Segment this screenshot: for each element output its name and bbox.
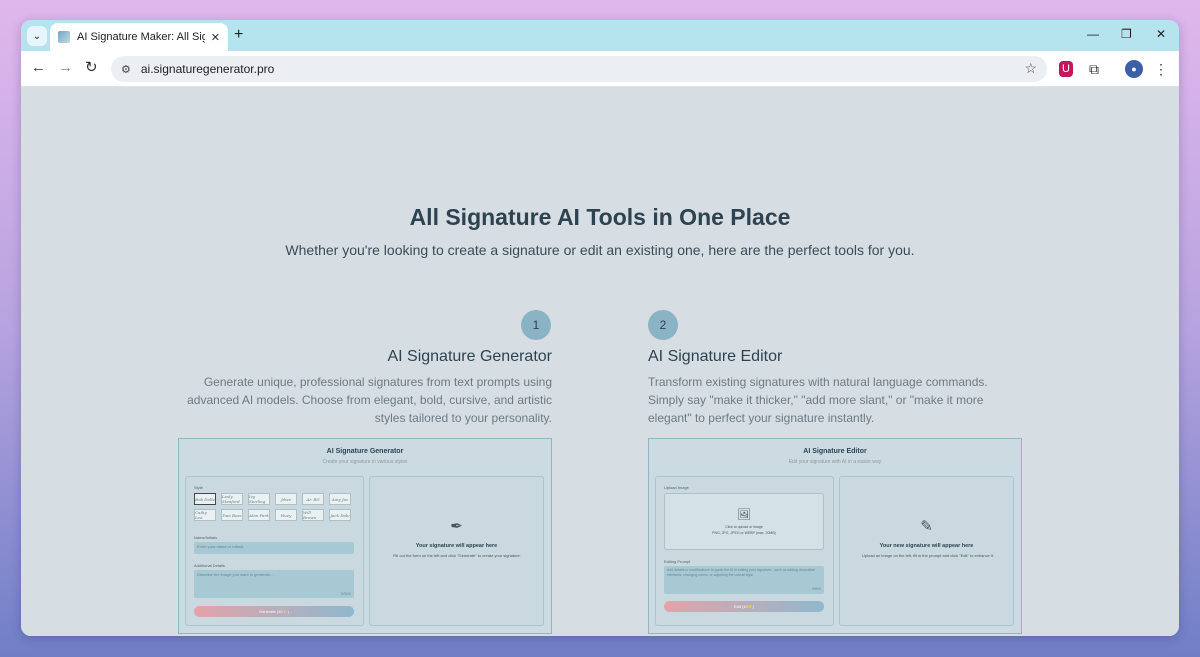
window-close-icon[interactable]: ✕ (1156, 27, 1166, 41)
shield-extension-icon[interactable]: U (1059, 61, 1073, 77)
url-text: ai.signaturegenerator.pro (140, 62, 275, 76)
extensions-puzzle-icon[interactable]: ⧉ (1085, 60, 1103, 78)
upload-hint: PNG, JPG, JPEG or WEBP (max. 20MB) (712, 531, 776, 535)
name-label: Name/Initials (194, 535, 218, 540)
editor-form-panel: Upload Image 🖼 Click to upload or image … (655, 476, 834, 626)
card-title-editor: AI Signature Editor (648, 348, 783, 365)
char-counter: 0/800 (812, 587, 821, 591)
profile-avatar[interactable]: ● (1125, 60, 1143, 78)
editor-result-panel: ✎ Your new signature will appear here Up… (839, 476, 1014, 626)
more-menu-icon[interactable]: ⋮ (1152, 60, 1170, 78)
shot-subtitle: Edit your signature with AI in a easier … (788, 459, 882, 465)
name-input[interactable]: Enter your name or initials (194, 542, 354, 554)
result-text: Fill out the form on the left and click … (393, 553, 521, 558)
editor-screenshot[interactable]: AI Signature Editor Edit your signature … (648, 438, 1022, 634)
char-counter: 0/500 (340, 591, 351, 596)
style-option[interactable]: Jdwe (275, 493, 297, 505)
forward-icon[interactable]: → (58, 60, 73, 76)
style-option[interactable]: Cathy Leo (194, 509, 216, 521)
bookmark-star-icon[interactable]: ☆ (1024, 60, 1037, 77)
image-icon: 🖼 (737, 509, 751, 521)
style-option[interactable]: Lesly Stanford (221, 493, 243, 505)
style-option[interactable]: Dan Ross (221, 509, 243, 521)
reload-icon[interactable]: ↻ (85, 60, 98, 76)
restore-icon[interactable]: ❐ (1121, 27, 1132, 41)
card-desc-generator: Generate unique, professional signatures… (187, 375, 552, 425)
tab-close-icon[interactable]: ✕ (211, 31, 220, 44)
result-title: Your signature will appear here (415, 543, 498, 549)
upload-text: Click to upload or image (725, 525, 763, 529)
style-label: Style (194, 485, 203, 490)
active-tab[interactable]: AI Signature Maker: All Signatu ✕ (50, 23, 228, 51)
shot-title: AI Signature Editor (803, 448, 867, 455)
details-label: Additional Details (194, 563, 225, 568)
step-number-1: 1 (521, 310, 551, 340)
details-textarea[interactable]: Describe the image you want to generate.… (194, 570, 354, 598)
upload-label: Upload Image (664, 485, 689, 490)
edit-button[interactable]: Edit (10⚡) (664, 601, 824, 612)
edit-pencil-icon: ✎ (920, 518, 933, 535)
back-icon[interactable]: ← (31, 60, 46, 76)
shot-subtitle: Create your signature in various styles (322, 459, 408, 465)
browser-toolbar: ← → ↻ ⚙ ai.signaturegenerator.pro ☆ U ⧉ … (21, 51, 1179, 87)
result-text: Upload an image on the left, fill in the… (861, 553, 995, 558)
tab-search-icon[interactable]: ⌄ (27, 26, 47, 46)
minimize-icon[interactable]: — (1087, 27, 1099, 41)
address-bar[interactable]: ⚙ ai.signaturegenerator.pro ☆ (111, 56, 1047, 82)
generator-screenshot[interactable]: AI Signature Generator Create your signa… (178, 438, 552, 634)
style-option[interactable]: Ar. RG (302, 493, 324, 505)
result-title: Your new signature will appear here (879, 543, 974, 549)
style-option[interactable]: Jack Dale (329, 509, 351, 521)
upload-dropzone[interactable]: 🖼 Click to upload or image PNG, JPG, JPE… (664, 493, 824, 550)
page-content: All Signature AI Tools in One Place Whet… (21, 87, 1179, 636)
style-option[interactable]: Bob Dolle (194, 493, 216, 505)
step-number-2: 2 (648, 310, 678, 340)
card-desc-editor: Transform existing signatures with natur… (648, 375, 988, 425)
prompt-label: Editing Prompt (664, 559, 691, 564)
browser-window: ⌄ AI Signature Maker: All Signatu ✕ + — … (21, 20, 1179, 636)
shot-title: AI Signature Generator (326, 448, 404, 455)
pen-nib-icon: ✒ (450, 518, 463, 535)
prompt-textarea[interactable]: Add details or modifications to guide th… (664, 566, 824, 594)
generator-result-panel: ✒ Your signature will appear here Fill o… (369, 476, 544, 626)
style-option[interactable]: Will Brown (302, 509, 324, 521)
style-option[interactable]: Ivy Sterling (248, 493, 270, 505)
style-option[interactable]: Alan Park (248, 509, 270, 521)
style-option[interactable]: Huey (275, 509, 297, 521)
card-title-generator: AI Signature Generator (387, 348, 552, 365)
tab-title: AI Signature Maker: All Signatu (77, 31, 205, 43)
site-info-icon[interactable]: ⚙ (121, 63, 131, 76)
tab-bar: ⌄ AI Signature Maker: All Signatu ✕ + — … (21, 20, 1179, 51)
site-favicon-icon (58, 31, 70, 43)
page-title: All Signature AI Tools in One Place (409, 204, 791, 230)
generate-button[interactable]: Generate (10⚡) (194, 606, 354, 617)
page-subtitle: Whether you're looking to create a signa… (285, 242, 915, 258)
style-option[interactable]: Amy Jaz (329, 493, 351, 505)
new-tab-icon[interactable]: + (234, 26, 243, 44)
generator-form-panel: Style Bob Dolle Lesly Stanford Ivy Sterl… (185, 476, 364, 626)
